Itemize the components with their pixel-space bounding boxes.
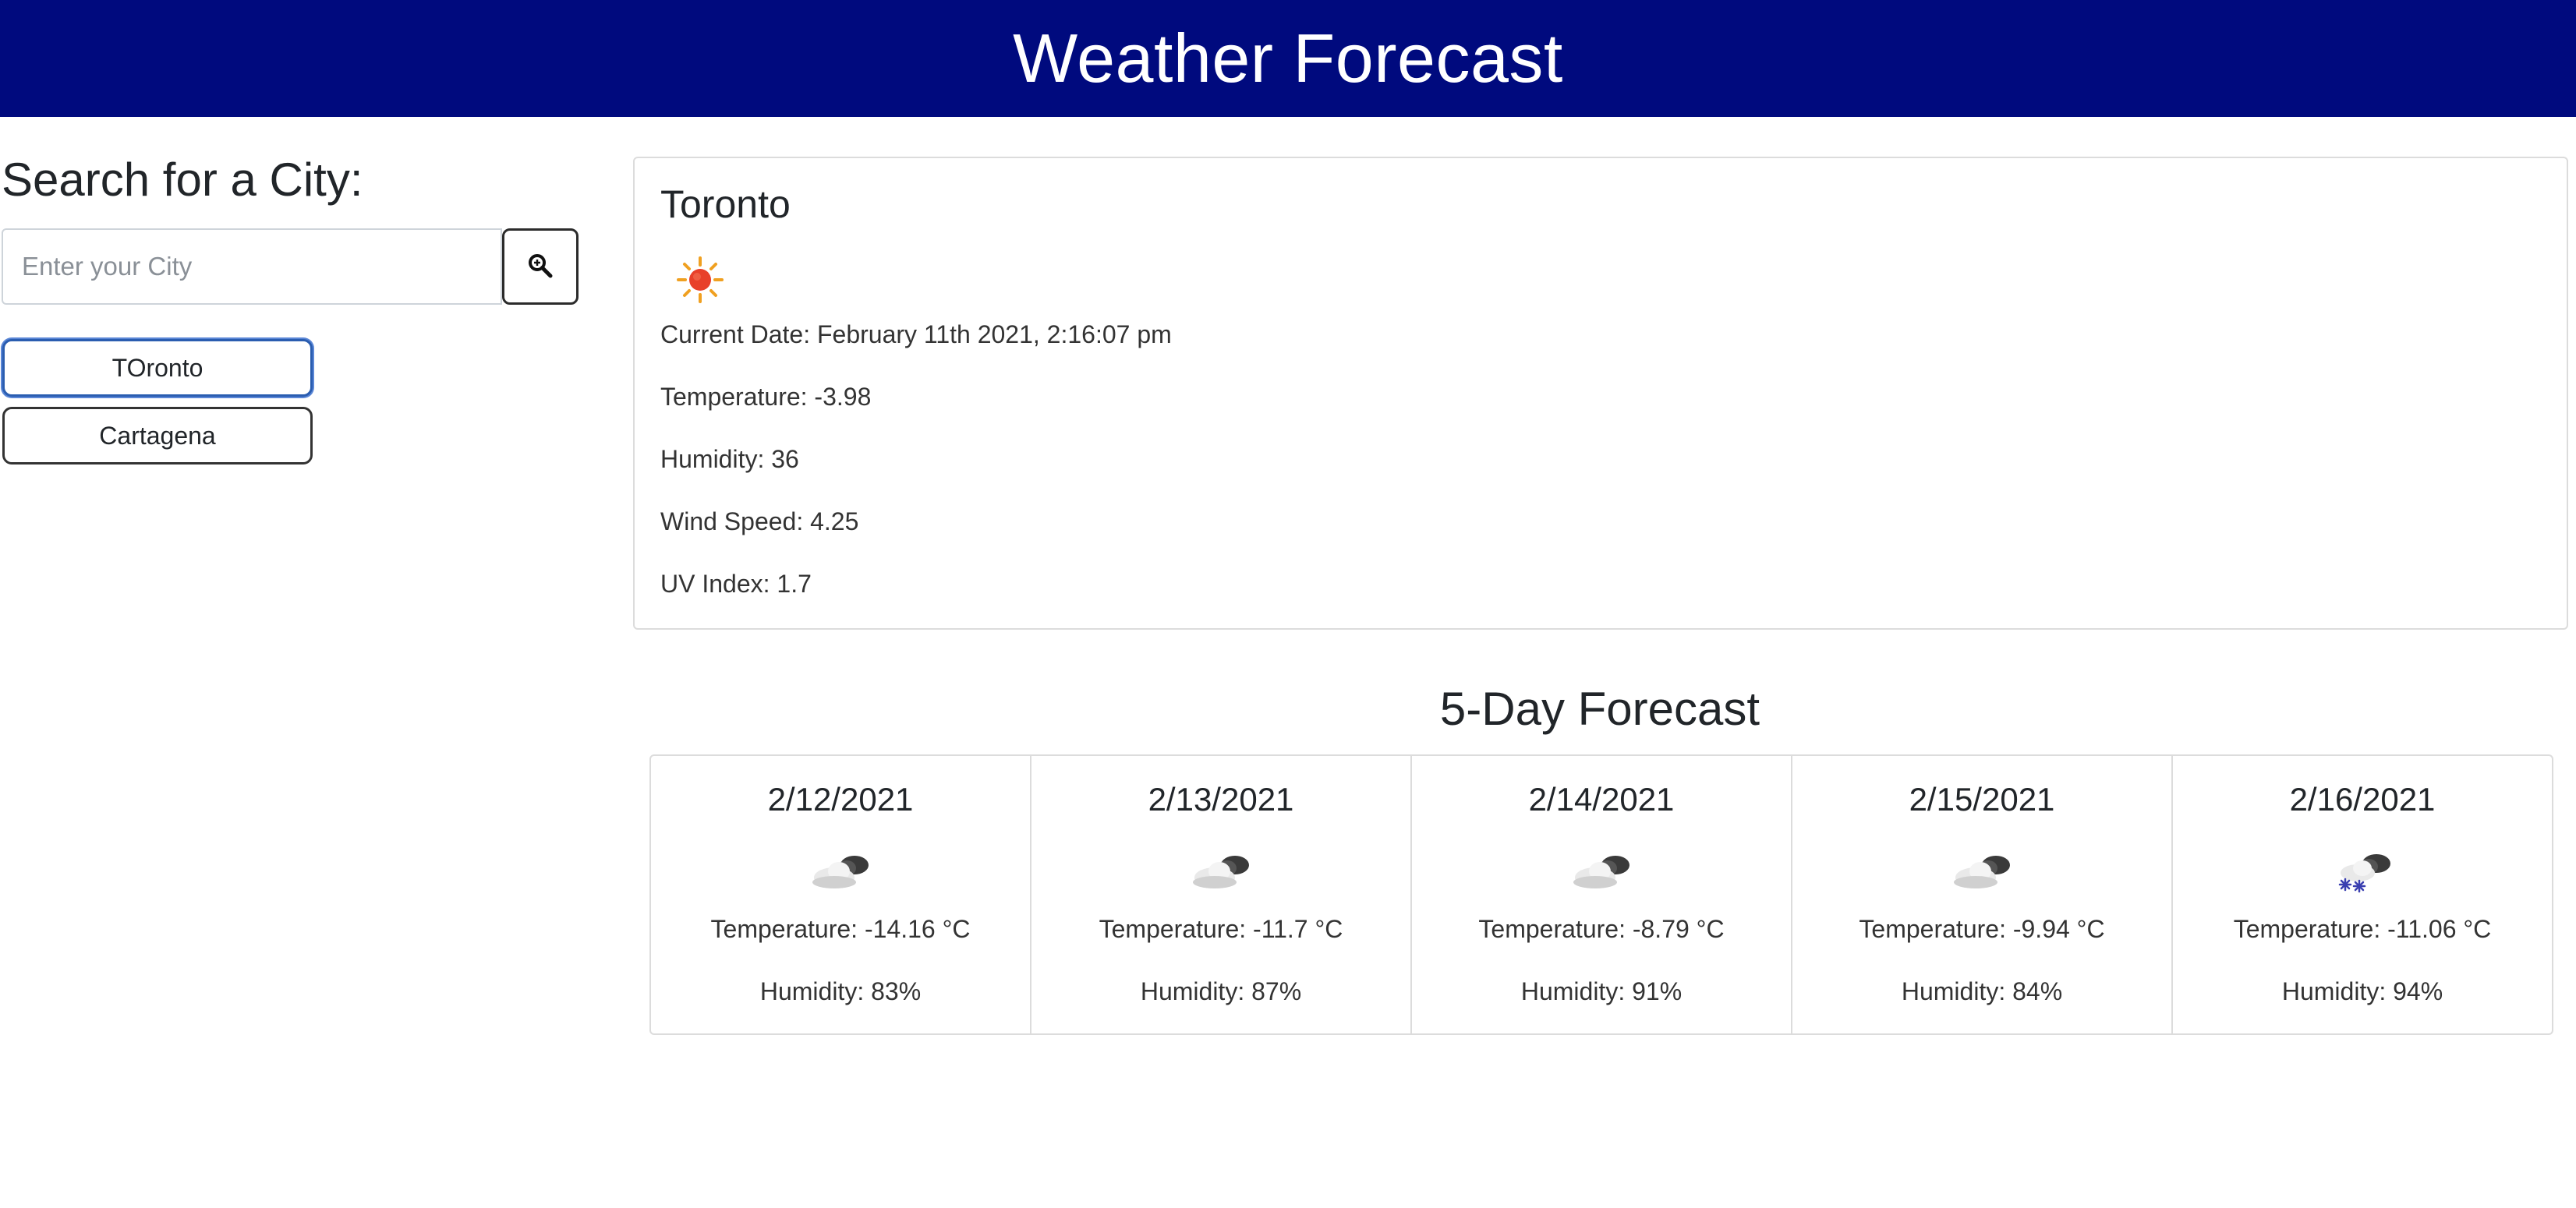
cloud-icon xyxy=(1187,848,1255,895)
forecast-humidity: Humidity: 87% xyxy=(1140,977,1302,1005)
forecast-date: 2/12/2021 xyxy=(767,781,914,818)
forecast-humidity: Humidity: 91% xyxy=(1520,977,1683,1005)
forecast-date: 2/16/2021 xyxy=(2289,781,2436,818)
app-header: Weather Forecast xyxy=(0,0,2576,117)
current-wind-speed: Wind Speed: 4.25 xyxy=(660,507,859,535)
cloud-icon xyxy=(806,848,875,895)
forecast-humidity: Humidity: 83% xyxy=(759,977,922,1005)
app-title: Weather Forecast xyxy=(1013,19,1563,97)
forecast-title: 5-Day Forecast xyxy=(1439,683,1760,735)
history-city-button[interactable]: TOronto xyxy=(2,339,313,397)
forecast-humidity: Humidity: 94% xyxy=(2281,977,2443,1005)
current-uv-index: UV Index: 1.7 xyxy=(660,570,812,598)
forecast-day-card: 2/16/2021 Temperature: -11.06 °C Humidit… xyxy=(2173,756,2552,1033)
cloud-icon xyxy=(1948,848,2016,895)
cloud-icon xyxy=(1567,848,1636,895)
forecast-day-card: 2/14/2021 Temperature: -8.79 °C Humidity… xyxy=(1412,756,1792,1033)
search-title: Search for a City: xyxy=(2,154,363,206)
forecast-day-card: 2/13/2021 Temperature: -11.7 °C Humidity… xyxy=(1031,756,1412,1033)
forecast-date: 2/14/2021 xyxy=(1528,781,1675,818)
forecast-date: 2/13/2021 xyxy=(1148,781,1294,818)
forecast-day-card: 2/12/2021 Temperature: -14.16 °C Humidit… xyxy=(651,756,1031,1033)
forecast-temperature: Temperature: -14.16 °C xyxy=(710,915,971,943)
history-city-button[interactable]: Cartagena xyxy=(2,407,313,464)
forecast-temperature: Temperature: -9.94 °C xyxy=(1859,915,2105,943)
forecast-humidity: Humidity: 84% xyxy=(1901,977,2063,1005)
current-weather-card: Toronto Current Date: February 11th 2021… xyxy=(633,157,2568,630)
current-temperature: Temperature: -3.98 xyxy=(660,383,872,411)
current-city-name: Toronto xyxy=(660,182,791,226)
forecast-temperature: Temperature: -11.06 °C xyxy=(2233,915,2492,943)
sun-icon xyxy=(675,255,725,305)
current-date: Current Date: February 11th 2021, 2:16:0… xyxy=(660,320,1172,348)
forecast-date: 2/15/2021 xyxy=(1909,781,2055,818)
snow-cloud-icon xyxy=(2328,848,2397,895)
search-zoom-icon xyxy=(527,253,554,281)
city-search-input[interactable] xyxy=(2,228,502,305)
forecast-day-card: 2/15/2021 Temperature: -9.94 °C Humidity… xyxy=(1792,756,2173,1033)
search-button[interactable] xyxy=(502,228,579,305)
forecast-temperature: Temperature: -8.79 °C xyxy=(1478,915,1725,943)
current-humidity: Humidity: 36 xyxy=(660,445,799,473)
forecast-row: 2/12/2021 Temperature: -14.16 °C Humidit… xyxy=(649,754,2553,1035)
forecast-temperature: Temperature: -11.7 °C xyxy=(1099,915,1343,943)
